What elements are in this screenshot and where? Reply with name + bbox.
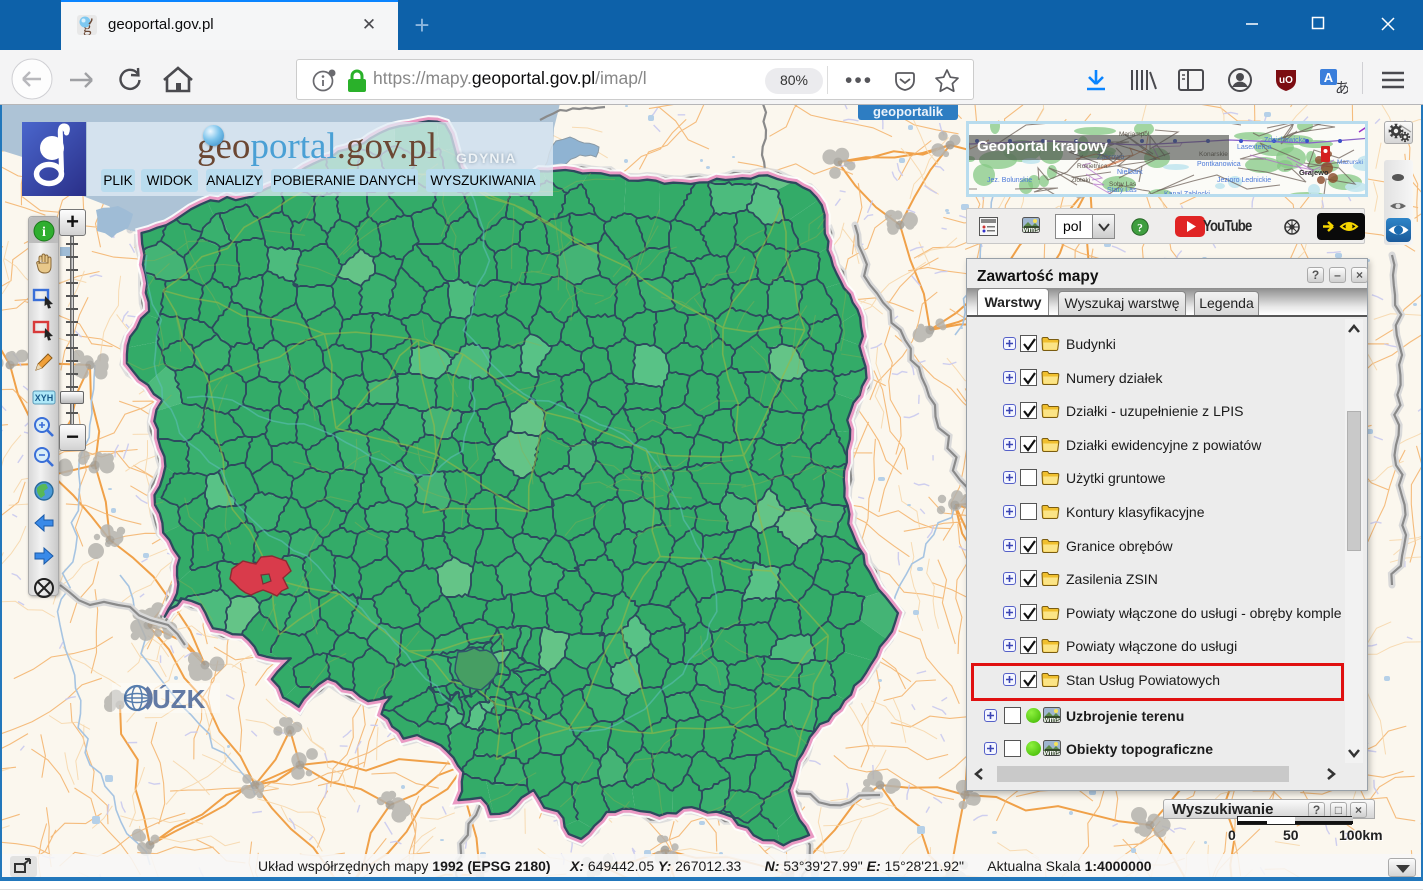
svg-text:wms: wms: [1043, 748, 1060, 756]
svg-text:Lasexterna: Lasexterna: [1237, 144, 1272, 151]
svg-text:A: A: [1324, 70, 1334, 85]
svg-text:i: i: [42, 225, 46, 240]
svg-text:Mazurski W.: Mazurski W.: [1337, 159, 1368, 166]
svg-text:Zdzichowicka: Zdzichowicka: [1264, 137, 1306, 144]
svg-text:Jezioro Lednickie: Jezioro Lednickie: [1217, 177, 1271, 184]
svg-text:wms: wms: [1043, 715, 1060, 723]
svg-text:Kanal Zablocki: Kanal Zablocki: [1164, 191, 1210, 197]
svg-text:Zloteki: Zloteki: [1071, 177, 1090, 184]
svg-text:Rokietnica: Rokietnica: [1077, 163, 1108, 170]
svg-text:Nielbark: Nielbark: [1117, 169, 1143, 176]
svg-text:あ: あ: [1335, 80, 1348, 94]
svg-text:Pontkanowica: Pontkanowica: [1197, 161, 1241, 168]
svg-text:Stary Las: Stary Las: [1107, 187, 1137, 194]
svg-text:ÚZK: ÚZK: [152, 684, 206, 714]
svg-text:Jez. Bolunskie: Jez. Bolunskie: [987, 177, 1032, 184]
svg-text:Soby Las: Soby Las: [1109, 181, 1137, 188]
svg-text:?: ?: [1137, 223, 1143, 235]
svg-text:Grajewo: Grajewo: [1299, 168, 1329, 177]
svg-text:uO: uO: [1279, 75, 1293, 86]
svg-text:wms: wms: [1022, 225, 1039, 234]
svg-text:XYH: XYH: [35, 393, 54, 403]
